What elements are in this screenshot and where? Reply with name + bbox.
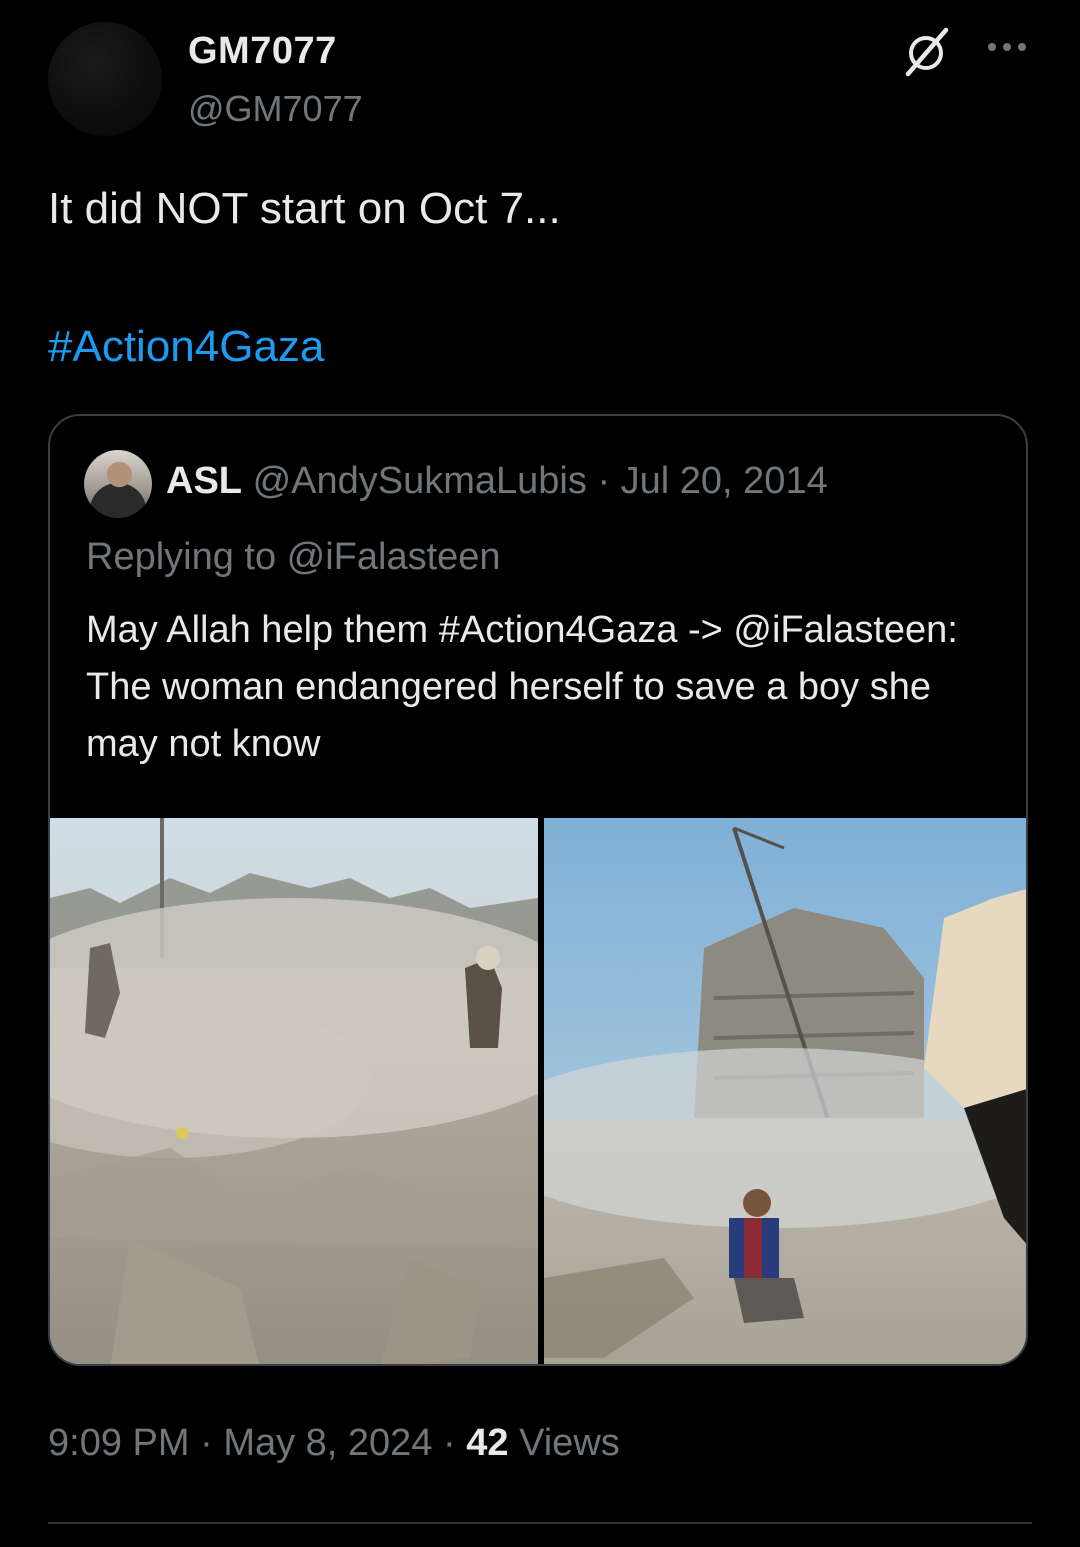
views-label[interactable]: Views (519, 1422, 620, 1464)
tweet-date[interactable]: May 8, 2024 (223, 1422, 432, 1464)
quoted-photo-2[interactable] (544, 818, 1026, 1364)
hashtag-link[interactable]: #Action4Gaza (48, 322, 324, 372)
author-display-name[interactable]: GM7077 (188, 30, 337, 73)
tweet-meta: 9:09 PM · May 8, 2024 · 42 Views (48, 1422, 620, 1465)
more-options-icon[interactable] (982, 32, 1032, 62)
tweet-header: GM7077 @GM7077 (48, 22, 1032, 138)
quoted-author-avatar[interactable] (84, 450, 152, 518)
tweet-time[interactable]: 9:09 PM (48, 1422, 190, 1464)
views-count[interactable]: 42 (466, 1422, 508, 1464)
quoted-author-handle[interactable]: @AndySukmaLubis (253, 460, 587, 502)
author-handle[interactable]: @GM7077 (188, 88, 363, 130)
meta-separator: · (200, 1422, 213, 1464)
quoted-separator: · (597, 460, 611, 502)
quoted-replying-to: Replying to @iFalasteen (86, 536, 501, 578)
quoted-tweet-text: May Allah help them #Action4Gaza -> @iFa… (86, 609, 958, 765)
author-avatar[interactable] (48, 22, 162, 136)
quoted-author-line: ASL @AndySukmaLubis · Jul 20, 2014 (166, 460, 828, 503)
quoted-author-name[interactable]: ASL (166, 460, 242, 502)
grok-icon[interactable] (900, 26, 952, 78)
divider (48, 1522, 1032, 1524)
quoted-date[interactable]: Jul 20, 2014 (621, 460, 828, 502)
meta-separator: · (443, 1422, 456, 1464)
quoted-photo-1[interactable] (50, 818, 538, 1364)
quoted-tweet-card[interactable]: ASL @AndySukmaLubis · Jul 20, 2014 Reply… (48, 414, 1028, 1366)
tweet-text: It did NOT start on Oct 7... (48, 184, 561, 233)
